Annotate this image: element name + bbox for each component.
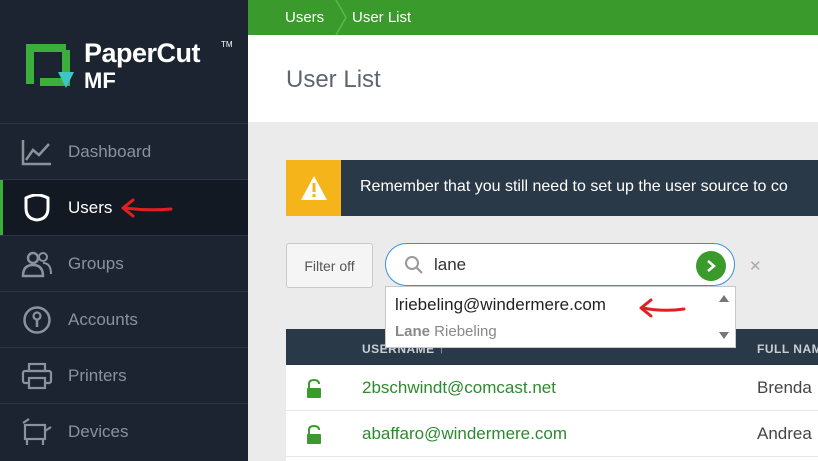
page-header: User List	[248, 35, 818, 122]
logo-text-mf: MF	[84, 68, 116, 93]
search-input-value: lane	[434, 255, 467, 274]
sidebar-item-dashboard[interactable]: Dashboard	[0, 123, 248, 179]
suggestion-full-name: Lane Riebeling	[395, 323, 497, 340]
users-icon	[20, 191, 54, 225]
sidebar-item-label: Devices	[68, 421, 129, 441]
sidebar-item-label: Printers	[68, 365, 127, 385]
groups-icon	[20, 247, 54, 281]
full-name-cell: Andrea	[757, 424, 812, 443]
breadcrumb-user-list: User List	[352, 9, 412, 26]
sidebar-item-printers[interactable]: Printers	[0, 347, 248, 403]
username-link[interactable]: abaffaro@windermere.com	[362, 424, 567, 444]
sidebar-item-accounts[interactable]: Accounts	[0, 291, 248, 347]
search-go-button[interactable]	[696, 251, 726, 281]
printers-icon	[20, 359, 54, 393]
page-title: User List	[286, 66, 381, 93]
papercut-logo-mark	[26, 44, 74, 88]
accounts-icon	[20, 303, 54, 337]
unlock-icon	[306, 424, 322, 450]
unlock-icon	[306, 378, 322, 404]
suggestion-match: Lane	[395, 323, 431, 340]
annotation-arrow-users	[121, 198, 173, 218]
sidebar-item-label: Accounts	[68, 309, 138, 329]
full-name-cell: Brenda	[757, 378, 812, 397]
filter-button[interactable]: Filter off	[286, 243, 373, 288]
dashboard-icon	[20, 135, 54, 169]
devices-icon	[20, 415, 54, 449]
table-row[interactable]: abaffaro@windermere.com Andrea	[286, 411, 818, 457]
breadcrumb: Users User List	[248, 0, 818, 35]
breadcrumb-chevron-icon	[335, 0, 347, 35]
sidebar-item-devices[interactable]: Devices	[0, 403, 248, 459]
logo-trademark: TM	[221, 40, 233, 49]
breadcrumb-users[interactable]: Users	[285, 9, 324, 26]
alert-text: Remember that you still need to set up t…	[360, 178, 788, 195]
scroll-down-icon[interactable]	[718, 331, 730, 340]
sidebar-item-label: Dashboard	[68, 141, 152, 161]
logo-text-papercut: PaperCut	[84, 38, 201, 68]
suggestion-username: lriebeling@windermere.com	[395, 295, 606, 314]
sidebar-item-groups[interactable]: Groups	[0, 235, 248, 291]
annotation-arrow-suggestion	[639, 298, 686, 318]
clear-search-button[interactable]: ✕	[749, 257, 762, 275]
suggestion-rest: Riebeling	[430, 323, 497, 340]
sidebar-item-label: Groups	[68, 253, 124, 273]
table-row[interactable]: 2bschwindt@comcast.net Brenda	[286, 365, 818, 411]
search-input[interactable]: lane	[385, 243, 735, 286]
sidebar-item-label: Users	[68, 197, 113, 217]
warning-icon	[286, 160, 341, 216]
sidebar: PaperCut TM MF Dashboard Users Groups Ac…	[0, 0, 248, 461]
chevron-right-icon	[707, 260, 716, 272]
alert-banner: Remember that you still need to set up t…	[286, 160, 818, 216]
scroll-up-icon[interactable]	[718, 294, 730, 303]
papercut-logo[interactable]: PaperCut TM MF	[22, 38, 233, 98]
column-header-full-name[interactable]: FULL NAME	[757, 342, 818, 356]
username-link[interactable]: 2bschwindt@comcast.net	[362, 378, 556, 398]
user-table: USERNAME ↑ FULL NAME 2bschwindt@comcast.…	[286, 329, 818, 461]
search-icon	[404, 255, 424, 280]
